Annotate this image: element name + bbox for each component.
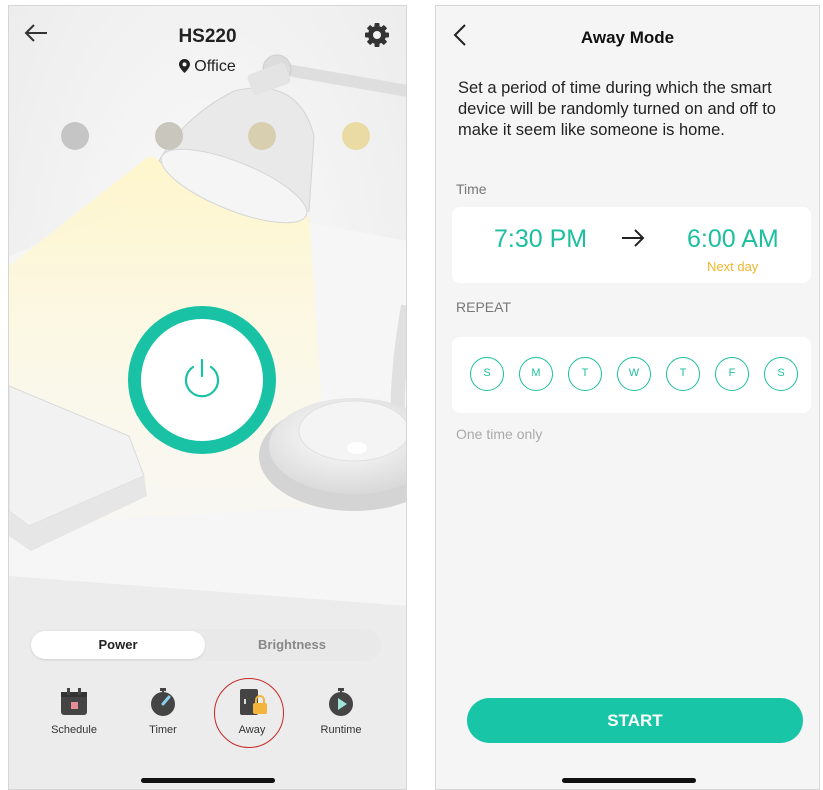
location-label: Office [194, 58, 236, 75]
brightness-preset-3[interactable] [248, 122, 276, 150]
time-section-label: Time [456, 181, 487, 197]
tab-brightness[interactable]: Brightness [205, 631, 379, 659]
device-location: Office [9, 58, 406, 76]
away-mode-screen: Away Mode Set a period of time during wh… [435, 5, 820, 790]
day-toggle-sunday[interactable]: S [470, 357, 504, 391]
brightness-preset-4[interactable] [342, 122, 370, 150]
device-title: HS220 [178, 26, 237, 47]
away-label: Away [238, 724, 266, 736]
schedule-label: Schedule [51, 724, 97, 736]
page-title: Away Mode [580, 28, 675, 47]
repeat-section-label: REPEAT [456, 299, 511, 315]
play-clock-icon [325, 686, 357, 718]
day-toggle-wednesday[interactable]: W [617, 357, 651, 391]
power-toggle-button[interactable] [128, 306, 276, 454]
time-range-card: 7:30 PM 6:00 AM Next day [452, 207, 811, 283]
calendar-icon [58, 686, 90, 718]
day-toggle-friday[interactable]: F [715, 357, 749, 391]
day-toggle-thursday[interactable]: T [666, 357, 700, 391]
day-toggle-saturday[interactable]: S [764, 357, 798, 391]
start-button[interactable]: START [467, 698, 803, 743]
power-button-face [141, 319, 263, 441]
start-time[interactable]: 7:30 PM [494, 225, 587, 254]
away-mode-description: Set a period of time during which the sm… [458, 79, 776, 139]
arrow-right-icon [620, 225, 646, 258]
timer-label: Timer [149, 724, 177, 736]
next-day-note: Next day [707, 259, 759, 274]
end-time[interactable]: 6:00 AM [687, 225, 779, 254]
settings-button[interactable] [364, 22, 392, 50]
device-control-screen: HS220 Office Power Brightness Schedule T… [8, 5, 407, 790]
schedule-button[interactable]: Schedule [39, 686, 109, 736]
timer-button[interactable]: Timer [128, 686, 198, 736]
repeat-days-card: S M T W T F S [452, 337, 811, 413]
home-indicator [562, 778, 696, 783]
map-pin-icon [179, 59, 191, 73]
runtime-label: Runtime [320, 724, 362, 736]
stopwatch-icon [147, 686, 179, 718]
day-toggle-tuesday[interactable]: T [568, 357, 602, 391]
power-icon [184, 358, 220, 398]
brightness-preset-2[interactable] [155, 122, 183, 150]
home-indicator [141, 778, 275, 783]
gear-icon [365, 23, 389, 47]
away-button[interactable]: Away [217, 686, 287, 736]
runtime-button[interactable]: Runtime [306, 686, 376, 736]
mode-segmented-control: Power Brightness [29, 629, 381, 661]
brightness-preset-1[interactable] [61, 122, 89, 150]
day-toggle-monday[interactable]: M [519, 357, 553, 391]
away-lock-icon [236, 686, 268, 718]
repeat-summary: One time only [456, 426, 543, 442]
tab-power[interactable]: Power [31, 631, 205, 659]
